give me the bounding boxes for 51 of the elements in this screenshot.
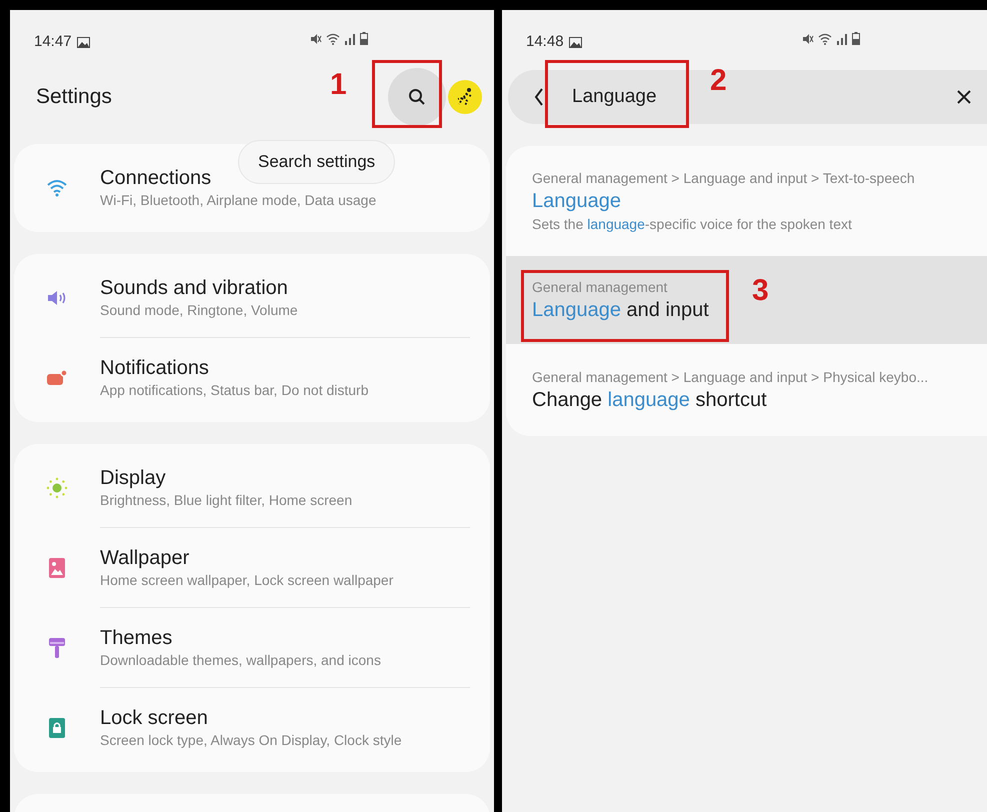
status-time: 14:47: [34, 32, 72, 52]
close-icon[interactable]: [957, 90, 971, 104]
search-input[interactable]: Language: [572, 82, 657, 112]
item-subtitle: Screen lock type, Always On Display, Clock style: [100, 731, 402, 750]
result-description: Sets the language-specific voice for the spoken text: [532, 215, 852, 234]
highlight-frame: [372, 60, 442, 128]
battery-icon: [360, 32, 368, 45]
image-icon: [568, 36, 582, 48]
tooltip: Search settings: [238, 140, 396, 184]
item-title: Sounds and vibration: [100, 276, 288, 300]
wifi-icon: [326, 32, 340, 44]
wifi-icon: [46, 179, 68, 197]
battery-icon: [852, 32, 860, 45]
result-path: General management > Language and input > Physical keybo...: [532, 368, 928, 387]
back-icon[interactable]: [534, 88, 544, 106]
status-time: 14:48: [526, 32, 564, 52]
result-path: General management: [532, 278, 668, 297]
item-subtitle: Sound mode, Ringtone, Volume: [100, 300, 298, 320]
item-title: Notifications: [100, 356, 209, 380]
page-title: Settings: [36, 84, 112, 110]
paintbrush-icon: [48, 637, 66, 659]
mute-icon: [310, 32, 322, 44]
signal-icon: [344, 32, 356, 44]
item-title: Lock screen: [100, 706, 208, 730]
wifi-icon: [818, 32, 832, 44]
result-path: General management > Language and input > Text-to-speech: [532, 169, 915, 188]
speaker-icon: [47, 289, 67, 307]
item-subtitle: App notifications, Status bar, Do not disturb: [100, 381, 368, 400]
mute-icon: [802, 32, 814, 44]
search-icon: [408, 88, 426, 106]
item-title: Display: [100, 466, 166, 490]
item-subtitle: Downloadable themes, wallpapers, and icons: [100, 650, 381, 670]
item-subtitle: Wi-Fi, Bluetooth, Airplane mode, Data usage: [100, 191, 376, 210]
picture-icon: [49, 558, 65, 578]
item-title: Themes: [100, 626, 172, 650]
result-title: Language and input: [532, 298, 709, 323]
search-result[interactable]: General management > Language and input > Physical keybo... Change language shortcut: [506, 344, 987, 436]
item-title: Wallpaper: [100, 546, 190, 570]
sun-icon: [46, 477, 68, 499]
item-title: Connections: [100, 166, 212, 190]
result-title: Change language shortcut: [532, 388, 767, 413]
image-icon: [76, 36, 90, 48]
profile-avatar[interactable]: [448, 80, 482, 114]
signal-icon: [836, 32, 848, 44]
step-number: 1: [330, 70, 347, 100]
notification-icon: [46, 369, 68, 387]
result-title: Language: [532, 189, 621, 214]
item-subtitle: Brightness, Blue light filter, Home screen: [100, 490, 352, 510]
item-subtitle: Home screen wallpaper, Lock screen wallpaper: [100, 570, 394, 590]
lock-icon: [49, 718, 65, 738]
step-number: 3: [752, 276, 769, 306]
